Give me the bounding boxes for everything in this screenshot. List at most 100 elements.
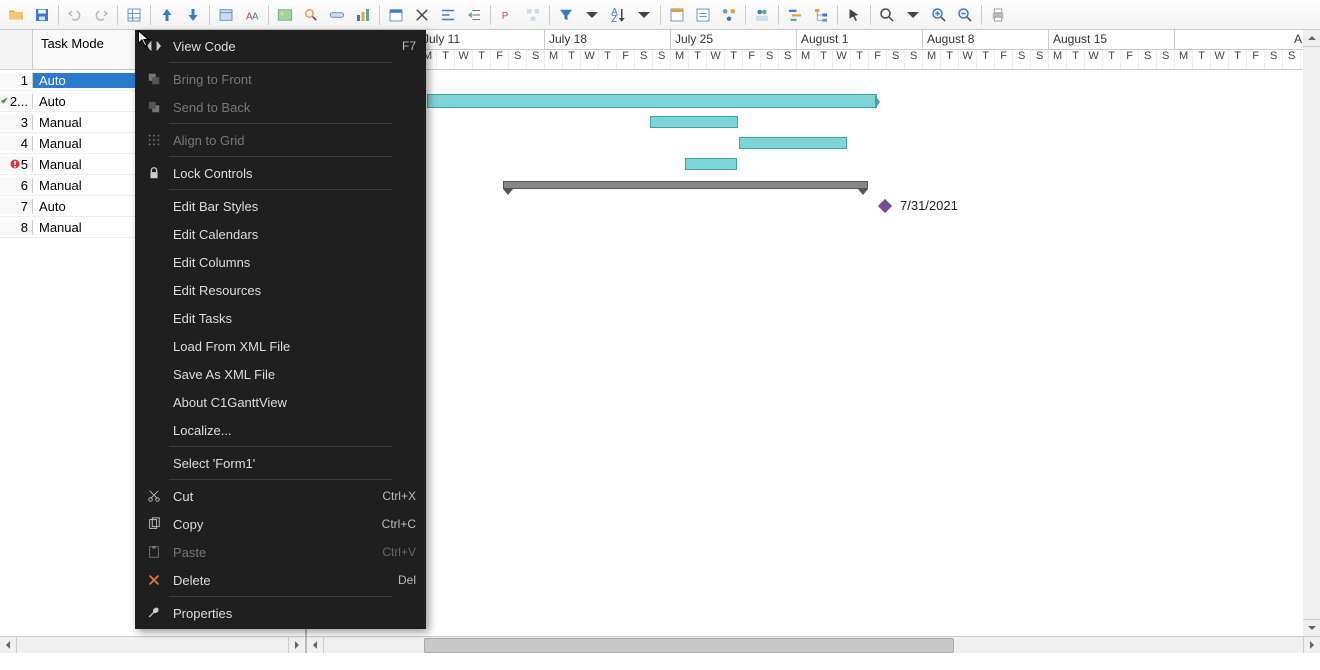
cm-copy[interactable]: Copy Ctrl+C xyxy=(135,510,426,538)
menu-item-label: Properties xyxy=(167,606,416,621)
gantt-bar[interactable] xyxy=(427,94,877,108)
day-header: S xyxy=(527,50,545,69)
form-icon[interactable] xyxy=(665,3,689,27)
context-menu: View Code F7 Bring to Front Send to Back… xyxy=(135,30,426,629)
menu-item-label: Localize... xyxy=(167,423,416,438)
form2-icon[interactable] xyxy=(691,3,715,27)
scroll-up-icon[interactable] xyxy=(1303,30,1320,47)
cm-paste: Paste Ctrl+V xyxy=(135,538,426,566)
menu-item-label: View Code xyxy=(167,39,402,54)
sort-dropdown-icon[interactable] xyxy=(632,3,656,27)
day-header: W xyxy=(1085,50,1103,69)
day-header: T xyxy=(599,50,617,69)
zoom-icon[interactable] xyxy=(875,3,899,27)
users-icon[interactable] xyxy=(750,3,774,27)
grid-horizontal-scrollbar[interactable] xyxy=(0,636,305,653)
grid-icon[interactable] xyxy=(122,3,146,27)
scroll-left-icon[interactable] xyxy=(0,637,17,653)
cm-about[interactable]: About C1GanttView xyxy=(135,388,426,416)
find-icon[interactable] xyxy=(299,3,323,27)
align-icon[interactable] xyxy=(436,3,460,27)
day-header: F xyxy=(995,50,1013,69)
print-icon[interactable] xyxy=(986,3,1010,27)
chart-icon[interactable] xyxy=(351,3,375,27)
gantt-icon[interactable] xyxy=(783,3,807,27)
image-icon[interactable] xyxy=(273,3,297,27)
zoom-out-icon[interactable] xyxy=(953,3,977,27)
cm-edit-columns[interactable]: Edit Columns xyxy=(135,248,426,276)
day-header: S xyxy=(779,50,797,69)
cm-edit-calendars[interactable]: Edit Calendars xyxy=(135,220,426,248)
cm-edit-bar-styles[interactable]: Edit Bar Styles xyxy=(135,192,426,220)
paste-icon xyxy=(141,545,167,559)
filter-icon[interactable] xyxy=(554,3,578,27)
day-header: M xyxy=(545,50,563,69)
open-icon[interactable] xyxy=(4,3,28,27)
scroll-down-icon[interactable] xyxy=(1303,619,1320,636)
menu-item-label: Align to Grid xyxy=(167,133,416,148)
svg-text:Z: Z xyxy=(611,13,617,23)
pointer-icon[interactable] xyxy=(842,3,866,27)
filter-dropdown-icon[interactable] xyxy=(580,3,604,27)
day-header: F xyxy=(617,50,635,69)
cm-load-xml[interactable]: Load From XML File xyxy=(135,332,426,360)
cm-delete[interactable]: Delete Del xyxy=(135,566,426,594)
scroll-left-icon[interactable] xyxy=(307,637,324,653)
gantt-horizontal-scrollbar[interactable] xyxy=(307,636,1320,653)
svg-text:P: P xyxy=(502,10,509,21)
cm-save-xml[interactable]: Save As XML File xyxy=(135,360,426,388)
day-header: W xyxy=(833,50,851,69)
link-icon[interactable] xyxy=(325,3,349,27)
day-header: T xyxy=(563,50,581,69)
row-number: 2... xyxy=(0,94,33,109)
day-header: T xyxy=(941,50,959,69)
cm-select-form1[interactable]: Select 'Form1' xyxy=(135,449,426,477)
cm-edit-tasks[interactable]: Edit Tasks xyxy=(135,304,426,332)
scroll-right-icon[interactable] xyxy=(288,637,305,653)
calendar-icon[interactable] xyxy=(384,3,408,27)
gantt-bar[interactable] xyxy=(685,158,737,170)
save-icon[interactable] xyxy=(30,3,54,27)
table-icon[interactable] xyxy=(214,3,238,27)
timeline-header: 4July 11July 18July 25August 1August 8Au… xyxy=(307,30,1320,70)
gantt-vertical-scrollbar[interactable] xyxy=(1303,30,1320,636)
down-arrow-icon[interactable] xyxy=(181,3,205,27)
cm-properties[interactable]: Properties xyxy=(135,599,426,627)
undo-icon[interactable] xyxy=(63,3,87,27)
zoom-in-icon[interactable] xyxy=(927,3,951,27)
menu-item-label: Edit Resources xyxy=(167,283,416,298)
scroll-right-icon[interactable] xyxy=(1303,637,1320,653)
gantt-chart-body[interactable]: 7/31/2021 xyxy=(307,70,1320,636)
menu-separator xyxy=(169,156,392,157)
code-icon xyxy=(141,39,167,53)
delete-icon[interactable] xyxy=(410,3,434,27)
milestone-icon[interactable] xyxy=(878,199,892,213)
menu-item-label: Edit Calendars xyxy=(167,227,416,242)
row-number-header xyxy=(0,30,33,69)
sort-icon[interactable]: AZ xyxy=(606,3,630,27)
send-back-icon xyxy=(141,100,167,114)
cm-cut[interactable]: Cut Ctrl+X xyxy=(135,482,426,510)
tree-icon[interactable] xyxy=(717,3,741,27)
redo-icon[interactable] xyxy=(89,3,113,27)
menu-item-label: Edit Columns xyxy=(167,255,416,270)
gantt-bar[interactable] xyxy=(650,116,738,128)
day-header: F xyxy=(1121,50,1139,69)
group-icon[interactable] xyxy=(521,3,545,27)
cm-localize[interactable]: Localize... xyxy=(135,416,426,444)
zoom-dropdown-icon[interactable] xyxy=(901,3,925,27)
cm-lock-controls[interactable]: Lock Controls xyxy=(135,159,426,187)
cm-edit-resources[interactable]: Edit Resources xyxy=(135,276,426,304)
tree2-icon[interactable] xyxy=(809,3,833,27)
priority-icon[interactable]: P xyxy=(495,3,519,27)
cm-view-code[interactable]: View Code F7 xyxy=(135,32,426,60)
scrollbar-thumb[interactable] xyxy=(424,638,954,653)
indent-icon[interactable] xyxy=(462,3,486,27)
week-header: July 11 xyxy=(419,30,545,49)
day-header: S xyxy=(905,50,923,69)
menu-separator xyxy=(169,189,392,190)
font-icon[interactable]: AA xyxy=(240,3,264,27)
gantt-bar[interactable] xyxy=(739,137,847,149)
up-arrow-icon[interactable] xyxy=(155,3,179,27)
gantt-summary-bar[interactable] xyxy=(503,181,868,189)
